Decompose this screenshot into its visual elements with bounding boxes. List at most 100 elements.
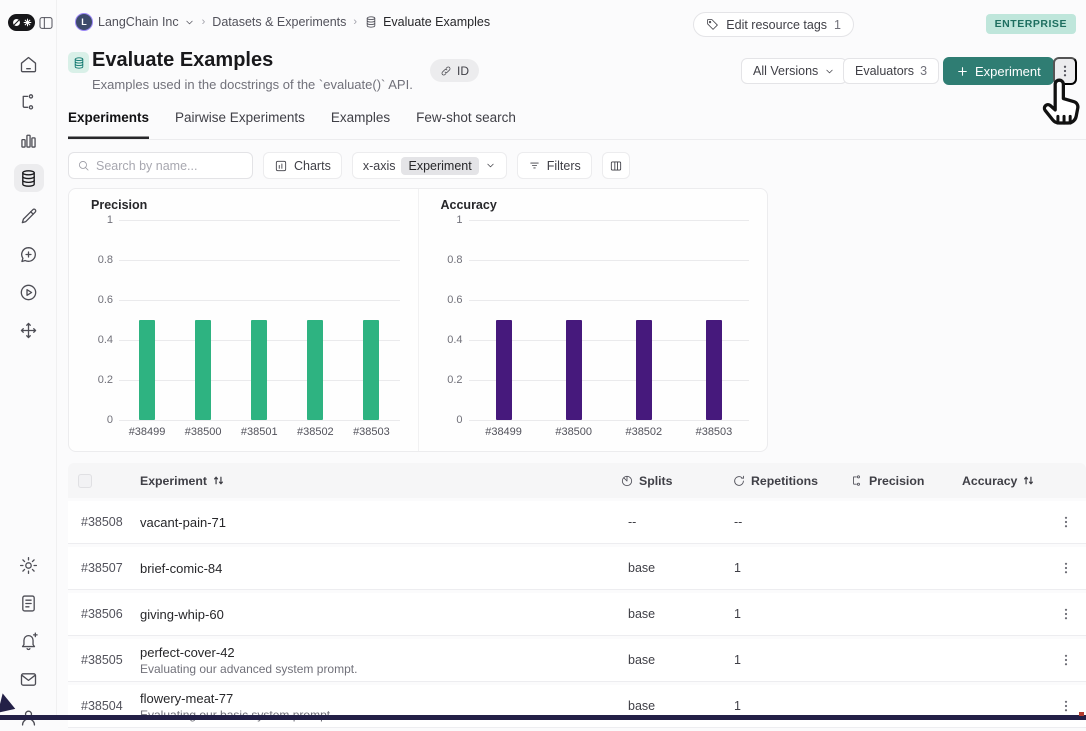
plan-badge: ENTERPRISE <box>986 14 1076 34</box>
sidebar <box>0 0 57 720</box>
sidebar-item-playground[interactable] <box>14 278 44 306</box>
column-splits[interactable]: Splits <box>620 474 732 488</box>
experiment-id: #38505 <box>68 653 140 667</box>
sidebar-item-annotation[interactable] <box>14 202 44 230</box>
sidebar-item-datasets[interactable] <box>14 164 44 192</box>
experiment-name[interactable]: brief-comic-84 <box>140 561 620 576</box>
splits-icon <box>620 474 634 488</box>
row-kebab-icon <box>1059 515 1073 529</box>
dataset-icon <box>68 52 89 73</box>
xaxis-dropdown[interactable]: x-axis Experiment <box>352 152 507 179</box>
filters-label: Filters <box>547 159 581 173</box>
sidebar-item-tracing[interactable] <box>14 88 44 116</box>
tab-examples[interactable]: Examples <box>331 110 390 139</box>
bar-38502[interactable] <box>307 320 323 420</box>
column-accuracy[interactable]: Accuracy <box>962 474 1058 488</box>
sidebar-item-home[interactable] <box>14 50 44 78</box>
filters-button[interactable]: Filters <box>517 152 592 179</box>
row-menu-button[interactable] <box>1058 561 1086 575</box>
collapse-sidebar-icon[interactable] <box>38 15 54 31</box>
column-experiment[interactable]: Experiment <box>140 474 620 488</box>
sidebar-item-deployments[interactable] <box>14 316 44 344</box>
splits-value: -- <box>620 515 732 529</box>
y-tick-label: 0.4 <box>433 334 463 346</box>
org-avatar: L <box>75 13 93 31</box>
tab-pairwise-experiments[interactable]: Pairwise Experiments <box>175 110 305 139</box>
x-tick-label: #38502 <box>297 420 334 442</box>
experiment-id: #38506 <box>68 607 140 621</box>
table-row[interactable]: #38506giving-whip-60base1 <box>68 593 1086 636</box>
xaxis-label: x-axis <box>363 159 396 173</box>
table-row[interactable]: #38504flowery-meat-77Evaluating our basi… <box>68 685 1086 728</box>
columns-icon <box>609 159 623 173</box>
column-repetitions[interactable]: Repetitions <box>732 474 850 488</box>
tag-icon <box>706 18 719 31</box>
table-row[interactable]: #38508vacant-pain-71---- <box>68 501 1086 544</box>
org-switcher[interactable]: L LangChain Inc <box>75 13 195 31</box>
datasets-icon <box>18 168 39 189</box>
y-tick-label: 0 <box>83 414 113 426</box>
columns-button[interactable] <box>602 152 630 179</box>
evaluators-button[interactable]: Evaluators 3 <box>843 58 939 84</box>
charts-toggle-button[interactable]: Charts <box>263 152 342 179</box>
bar-38500[interactable] <box>195 320 211 420</box>
select-all-checkbox[interactable] <box>78 474 92 488</box>
evaluators-label: Evaluators <box>855 64 914 78</box>
x-tick-label: #38500 <box>185 420 222 442</box>
header-more-menu-button[interactable] <box>1053 57 1077 85</box>
chart-title: Precision <box>91 198 404 212</box>
search-input[interactable] <box>96 159 236 173</box>
sidebar-item-notifications[interactable] <box>14 627 44 655</box>
sidebar-item-mail[interactable] <box>14 665 44 693</box>
bar-38501[interactable] <box>251 320 267 420</box>
tab-experiments[interactable]: Experiments <box>68 110 149 139</box>
page-title: Evaluate Examples <box>92 49 273 72</box>
sidebar-item-prompts[interactable] <box>14 240 44 268</box>
sidebar-item-settings[interactable] <box>14 551 44 579</box>
bar-38499[interactable] <box>139 320 155 420</box>
row-menu-button[interactable] <box>1058 607 1086 621</box>
bottom-strip <box>0 715 1086 720</box>
bar-38500[interactable] <box>566 320 582 420</box>
copy-id-button[interactable]: ID <box>430 59 479 82</box>
deployments-icon <box>18 320 39 341</box>
versions-dropdown[interactable]: All Versions <box>741 58 847 84</box>
table-row[interactable]: #38505perfect-cover-42Evaluating our adv… <box>68 639 1086 682</box>
experiment-name[interactable]: perfect-cover-42 <box>140 645 620 660</box>
evaluator-icon <box>850 474 864 488</box>
recorder-widget[interactable] <box>8 14 35 31</box>
experiment-name[interactable]: flowery-meat-77 <box>140 691 620 706</box>
edit-resource-tags-button[interactable]: Edit resource tags 1 <box>693 12 854 37</box>
row-menu-button[interactable] <box>1058 515 1086 529</box>
row-menu-button[interactable] <box>1058 699 1086 713</box>
experiment-name[interactable]: vacant-pain-71 <box>140 515 620 530</box>
xaxis-value-chip: Experiment <box>401 157 478 175</box>
breadcrumb-page-group[interactable]: Evaluate Examples <box>364 15 490 29</box>
chart-accuracy: Accuracy00.20.40.60.81#38499#38500#38502… <box>418 189 768 451</box>
bar-38503[interactable] <box>706 320 722 420</box>
breadcrumb-section[interactable]: Datasets & Experiments <box>212 15 346 29</box>
breadcrumb-separator: › <box>353 16 357 28</box>
sidebar-item-docs[interactable] <box>14 589 44 617</box>
table-row[interactable]: #38507brief-comic-84base1 <box>68 547 1086 590</box>
link-icon <box>440 65 452 77</box>
bar-38499[interactable] <box>496 320 512 420</box>
bar-38503[interactable] <box>363 320 379 420</box>
sidebar-item-monitoring[interactable] <box>14 126 44 154</box>
row-menu-button[interactable] <box>1058 653 1086 667</box>
pen-slash-icon <box>12 18 21 27</box>
tab-few-shot-search[interactable]: Few-shot search <box>416 110 516 139</box>
experiments-table: Experiment Splits Repetitions Precision … <box>68 463 1086 728</box>
search-box[interactable] <box>68 152 253 179</box>
chevron-down-icon <box>485 160 496 171</box>
kebab-icon <box>1058 64 1072 78</box>
experiment-name[interactable]: giving-whip-60 <box>140 607 620 622</box>
sparkle-icon <box>23 18 32 27</box>
y-tick-label: 0.8 <box>433 254 463 266</box>
column-precision[interactable]: Precision <box>850 474 962 488</box>
row-kebab-icon <box>1059 561 1073 575</box>
breadcrumb-separator: › <box>202 16 206 28</box>
bar-38502[interactable] <box>636 320 652 420</box>
new-experiment-button[interactable]: Experiment <box>943 57 1054 85</box>
tab-bar: Experiments Pairwise Experiments Examples F… <box>68 110 1086 140</box>
